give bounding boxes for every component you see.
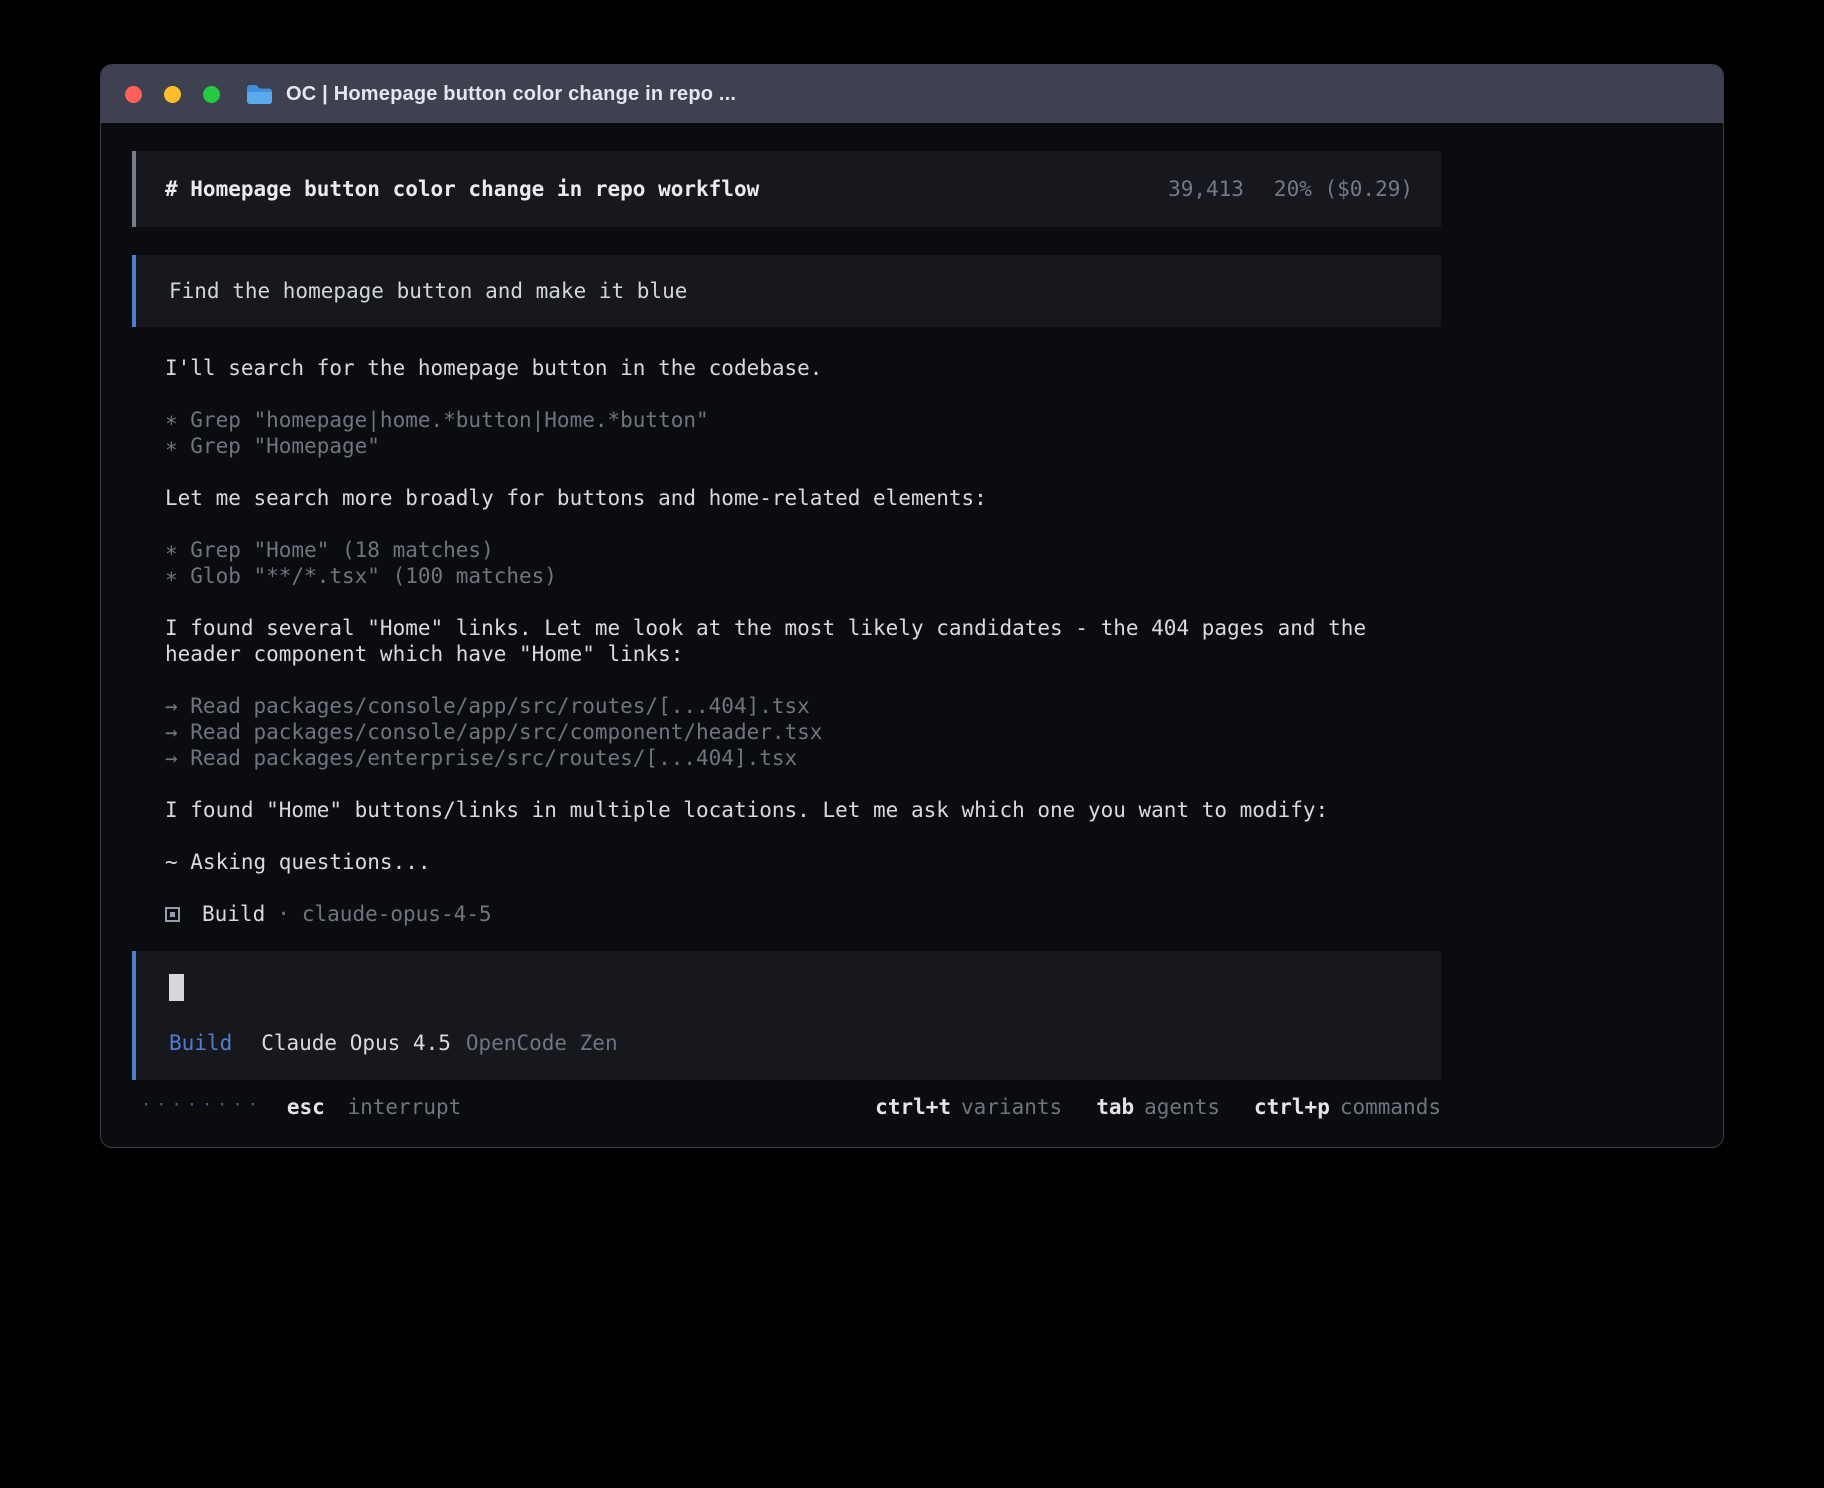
- hint-key: ctrl+p: [1254, 1095, 1330, 1119]
- input-agent-label[interactable]: Build: [169, 1030, 232, 1056]
- hint-commands[interactable]: ctrl+p commands: [1254, 1094, 1441, 1120]
- terminal-content: # Homepage button color change in repo w…: [101, 123, 1723, 1120]
- terminal-window: OC | Homepage button color change in rep…: [100, 64, 1724, 1148]
- agent-model: claude-opus-4-5: [302, 901, 492, 927]
- agent-separator: ·: [277, 901, 290, 927]
- session-meta: 39,413 20% ($0.29): [1168, 176, 1413, 202]
- assistant-text-block: I found "Home" buttons/links in multiple…: [165, 797, 1405, 823]
- tool-line: ∗ Grep "homepage|home.*button|Home.*butt…: [165, 407, 1405, 433]
- window-titlebar[interactable]: OC | Homepage button color change in rep…: [101, 65, 1723, 123]
- conversation: I'll search for the homepage button in t…: [132, 355, 1441, 901]
- assistant-text-block: I found several "Home" links. Let me loo…: [165, 615, 1405, 667]
- tool-output-block: → Read packages/console/app/src/routes/[…: [165, 693, 1405, 771]
- assistant-line: I found "Home" buttons/links in multiple…: [165, 797, 1405, 823]
- hint-variants[interactable]: ctrl+t variants: [875, 1094, 1062, 1120]
- user-message: Find the homepage button and make it blu…: [132, 255, 1441, 327]
- tool-output-block: ∗ Grep "Home" (18 matches)∗ Glob "**/*.t…: [165, 537, 1405, 589]
- status-bar: ········ esc interrupt ctrl+t variants tab…: [132, 1094, 1441, 1120]
- window-title: OC | Homepage button color change in rep…: [286, 83, 736, 106]
- hint-label: agents: [1144, 1095, 1220, 1119]
- tool-line: ∗ Grep "Homepage": [165, 433, 1405, 459]
- tool-line: ∗ Grep "Home" (18 matches): [165, 537, 1405, 563]
- session-header: # Homepage button color change in repo w…: [132, 151, 1441, 227]
- traffic-lights: [125, 86, 220, 103]
- text-cursor: [169, 974, 184, 1001]
- token-count: 39,413: [1168, 176, 1244, 202]
- assistant-line: I found several "Home" links. Let me loo…: [165, 615, 1405, 667]
- hint-interrupt[interactable]: esc interrupt: [287, 1094, 461, 1120]
- hint-label: commands: [1340, 1095, 1441, 1119]
- assistant-line: ~ Asking questions...: [165, 849, 1405, 875]
- tool-line: → Read packages/enterprise/src/routes/[.…: [165, 745, 1405, 771]
- assistant-line: Let me search more broadly for buttons a…: [165, 485, 1405, 511]
- agent-status-row: Build · claude-opus-4-5: [132, 901, 1441, 927]
- tool-line: → Read packages/console/app/src/componen…: [165, 719, 1405, 745]
- input-meta-row: Build Claude Opus 4.5 OpenCode Zen: [169, 1030, 1413, 1056]
- minimize-button[interactable]: [164, 86, 181, 103]
- hint-label: variants: [961, 1095, 1062, 1119]
- input-provider-label: OpenCode Zen: [466, 1030, 618, 1056]
- context-usage: 20% ($0.29): [1274, 176, 1413, 202]
- close-button[interactable]: [125, 86, 142, 103]
- hints-right: ctrl+t variants tab agents ctrl+p commands: [875, 1094, 1441, 1120]
- assistant-line: I'll search for the homepage button in t…: [165, 355, 1405, 381]
- agent-name: Build: [202, 901, 265, 927]
- user-message-text: Find the homepage button and make it blu…: [169, 279, 687, 303]
- spinner-dots: ········: [141, 1092, 263, 1118]
- hint-key: ctrl+t: [875, 1095, 951, 1119]
- square-dot-icon: [165, 907, 180, 922]
- hint-key: esc: [287, 1095, 325, 1119]
- folder-icon: [246, 84, 273, 105]
- assistant-text-block: I'll search for the homepage button in t…: [165, 355, 1405, 381]
- status-left: ········ esc interrupt: [141, 1094, 461, 1120]
- session-title: # Homepage button color change in repo w…: [165, 176, 759, 202]
- assistant-text-block: ~ Asking questions...: [165, 849, 1405, 875]
- hint-key: tab: [1096, 1095, 1134, 1119]
- tool-line: → Read packages/console/app/src/routes/[…: [165, 693, 1405, 719]
- input-model-label[interactable]: Claude Opus 4.5: [261, 1030, 451, 1056]
- prompt-input[interactable]: Build Claude Opus 4.5 OpenCode Zen: [132, 951, 1441, 1080]
- hint-label: interrupt: [347, 1095, 461, 1119]
- tool-output-block: ∗ Grep "homepage|home.*button|Home.*butt…: [165, 407, 1405, 459]
- tool-line: ∗ Glob "**/*.tsx" (100 matches): [165, 563, 1405, 589]
- assistant-text-block: Let me search more broadly for buttons a…: [165, 485, 1405, 511]
- hint-agents[interactable]: tab agents: [1096, 1094, 1220, 1120]
- zoom-button[interactable]: [203, 86, 220, 103]
